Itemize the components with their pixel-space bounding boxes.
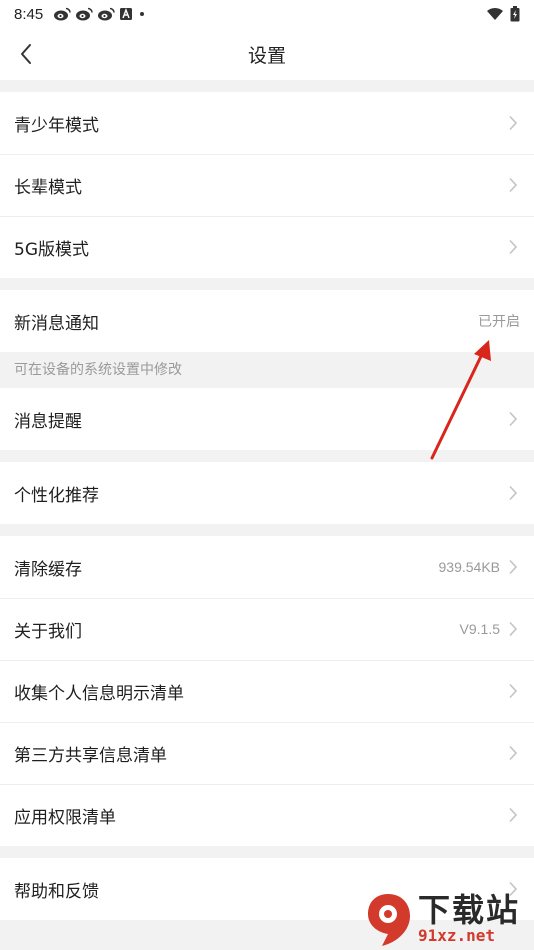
settings-group-notification: 新消息通知 已开启 — [0, 290, 534, 352]
settings-item-label: 新消息通知 — [14, 313, 99, 334]
back-button[interactable] — [10, 38, 42, 70]
status-bar: 8:45 — [0, 0, 534, 28]
page-title: 设置 — [247, 44, 286, 67]
settings-screen: 8:45 设置 青少年模式 长辈模式 5G版模式 新消息通知 已开启 可在设备的… — [0, 0, 534, 950]
settings-item-label: 青少年模式 — [14, 115, 99, 136]
section-divider — [0, 846, 534, 858]
chevron-right-icon — [506, 114, 520, 132]
chevron-right-icon — [506, 410, 520, 428]
weibo-icon — [54, 7, 72, 21]
weibo-icon — [76, 7, 94, 21]
chevron-right-icon — [506, 558, 520, 576]
chevron-right-icon — [506, 682, 520, 700]
section-divider — [0, 524, 534, 536]
settings-item-5g-mode[interactable]: 5G版模式 — [0, 216, 534, 278]
settings-item-new-message-notification[interactable]: 新消息通知 已开启 — [0, 290, 534, 352]
chevron-right-icon — [506, 484, 520, 502]
section-divider — [0, 450, 534, 462]
dot-icon — [140, 12, 145, 16]
settings-item-third-party-sharing-list[interactable]: 第三方共享信息清单 — [0, 722, 534, 784]
settings-item-about-us[interactable]: 关于我们 V9.1.5 — [0, 598, 534, 660]
status-system-icons — [486, 6, 520, 22]
settings-item-personalized-recommendation[interactable]: 个性化推荐 — [0, 462, 534, 524]
weibo-icon — [98, 7, 116, 21]
settings-item-label: 5G版模式 — [14, 239, 89, 260]
section-divider — [0, 278, 534, 290]
battery-icon — [510, 6, 520, 22]
chevron-left-icon — [21, 44, 31, 64]
status-notification-icons — [53, 7, 147, 21]
settings-item-label: 帮助和反馈 — [14, 881, 99, 902]
chevron-right-icon — [506, 176, 520, 194]
chevron-right-icon — [506, 806, 520, 824]
notification-status-value: 已开启 — [478, 314, 520, 330]
settings-group-recommend: 个性化推荐 — [0, 462, 534, 524]
cache-size-value: 939.54KB — [438, 559, 501, 575]
a-notification-icon — [120, 8, 133, 20]
section-divider — [0, 80, 534, 92]
settings-item-label: 关于我们 — [14, 621, 82, 642]
settings-item-elder-mode[interactable]: 长辈模式 — [0, 154, 534, 216]
watermark-url: 91xz.net — [418, 926, 496, 945]
settings-item-clear-cache[interactable]: 清除缓存 939.54KB — [0, 536, 534, 598]
chevron-right-icon — [506, 238, 520, 256]
chevron-right-icon — [506, 620, 520, 638]
watermark-emblem-icon — [368, 894, 410, 946]
settings-group-reminder: 消息提醒 — [0, 388, 534, 450]
settings-item-label: 消息提醒 — [14, 411, 82, 432]
settings-item-label: 个性化推荐 — [14, 485, 99, 506]
settings-item-teen-mode[interactable]: 青少年模式 — [0, 92, 534, 154]
settings-item-label: 应用权限清单 — [14, 807, 116, 828]
watermark-title: 下载站 — [418, 891, 521, 929]
settings-item-label: 清除缓存 — [14, 559, 82, 580]
wifi-icon — [487, 7, 503, 20]
settings-item-label: 第三方共享信息清单 — [14, 745, 167, 766]
settings-item-personal-info-list[interactable]: 收集个人信息明示清单 — [0, 660, 534, 722]
chevron-right-icon — [506, 744, 520, 762]
notification-hint: 可在设备的系统设置中修改 — [0, 352, 534, 388]
status-time: 8:45 — [14, 5, 44, 23]
settings-item-label: 收集个人信息明示清单 — [14, 683, 184, 704]
watermark-logo: 下载站 91xz.net — [362, 888, 532, 950]
navigation-bar: 设置 — [0, 28, 534, 80]
version-value: V9.1.5 — [459, 621, 500, 637]
settings-group-modes: 青少年模式 长辈模式 5G版模式 — [0, 92, 534, 278]
settings-item-label: 长辈模式 — [14, 177, 82, 198]
settings-item-message-reminder[interactable]: 消息提醒 — [0, 388, 534, 450]
settings-group-info: 清除缓存 939.54KB 关于我们 V9.1.5 收集个人信息明示清单 第三方… — [0, 536, 534, 846]
settings-item-app-permissions-list[interactable]: 应用权限清单 — [0, 784, 534, 846]
